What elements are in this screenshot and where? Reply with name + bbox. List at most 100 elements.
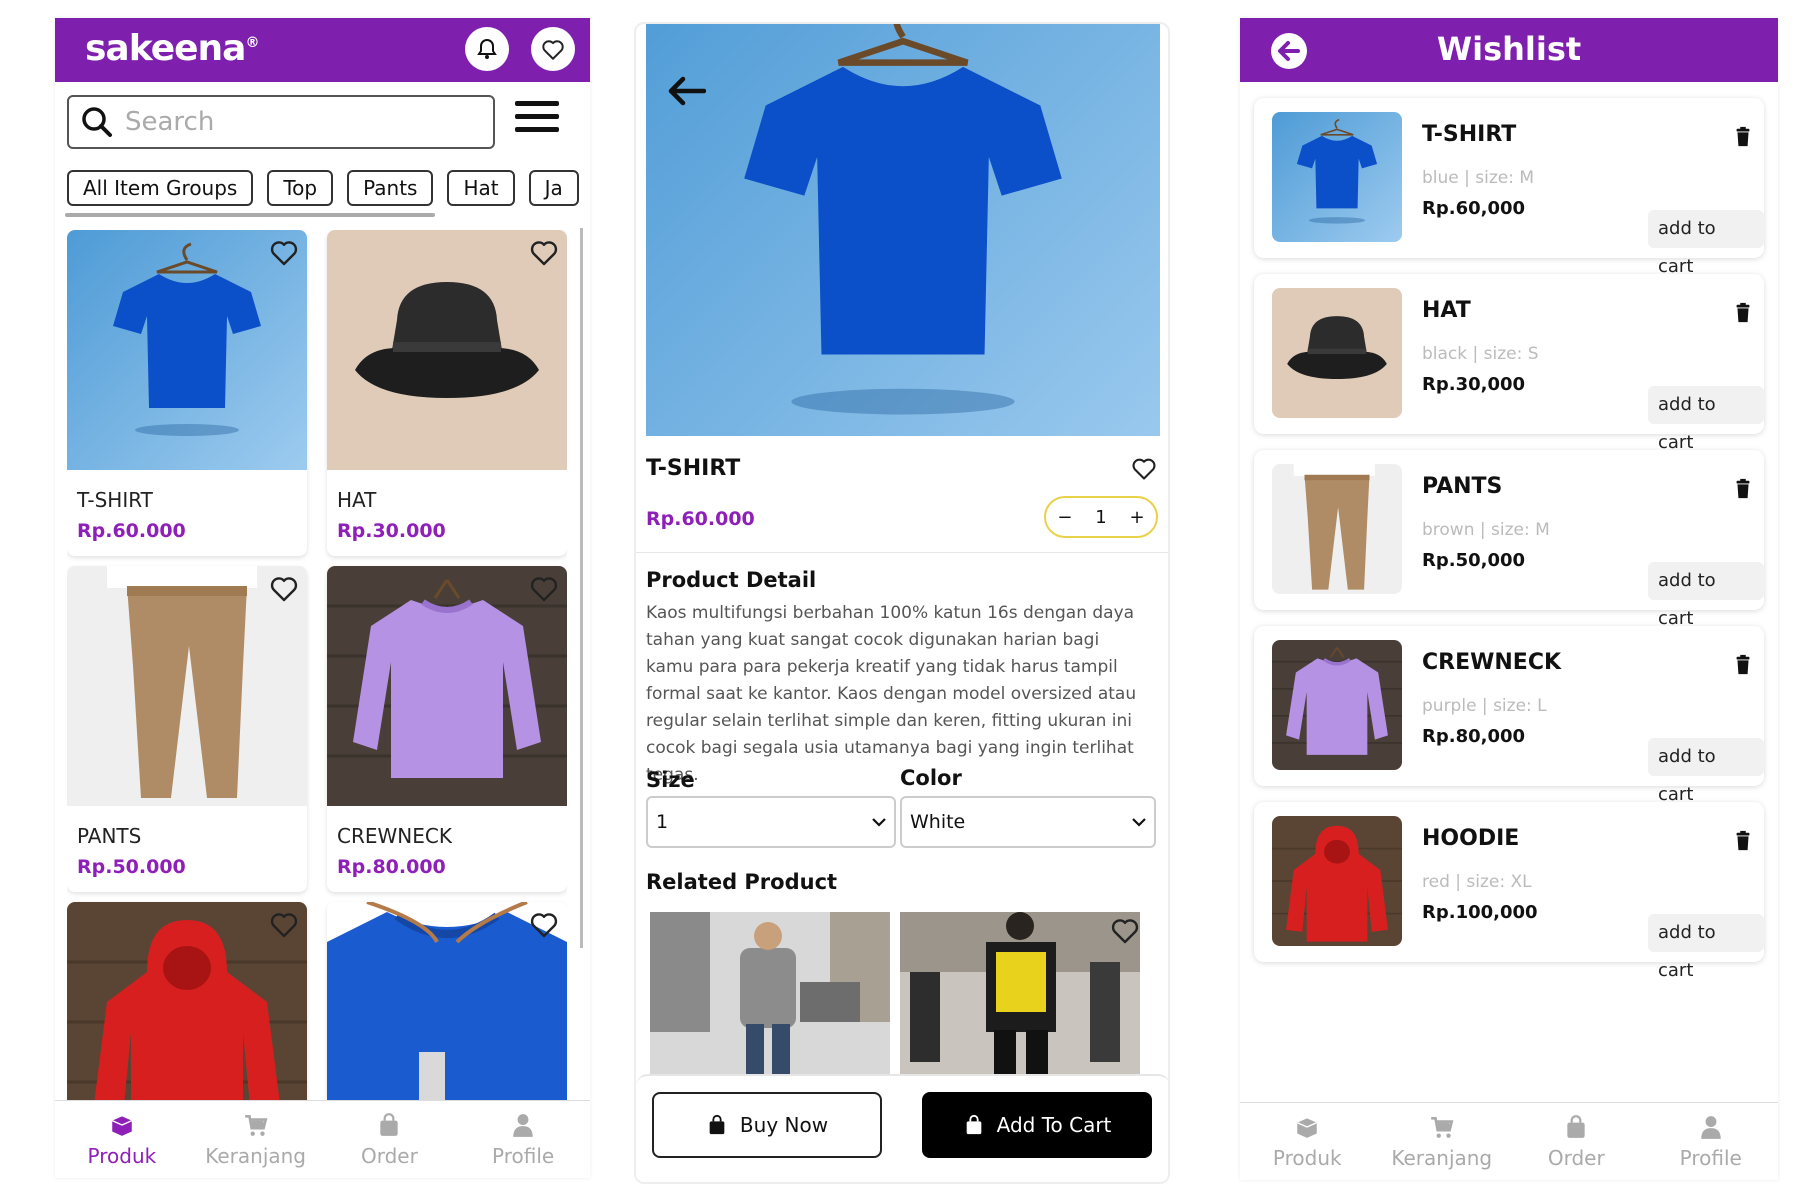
nav-label: Profile <box>492 1143 555 1168</box>
heart-icon[interactable] <box>1108 914 1142 946</box>
trash-icon[interactable] <box>1732 828 1754 854</box>
grid-scrollbar[interactable] <box>580 228 583 948</box>
item-price: Rp.100,000 <box>1422 902 1538 923</box>
app-logo[interactable]: sakeena® <box>85 28 259 69</box>
item-name: HAT <box>1422 298 1471 323</box>
nav-order[interactable]: Order <box>1516 1114 1636 1170</box>
nav-keranjang[interactable]: Keranjang <box>196 1112 316 1168</box>
chips-scrollbar[interactable] <box>65 213 435 217</box>
heart-icon[interactable] <box>1130 454 1158 482</box>
item-meta: blue | size: M <box>1422 168 1535 188</box>
category-chips: All Item Groups Top Pants Hat Ja <box>67 170 590 208</box>
wishlist-item[interactable]: PANTS brown | size: M Rp.50,000 add to c… <box>1254 450 1764 629</box>
qty-decrease-button[interactable]: − <box>1057 507 1072 528</box>
heart-icon[interactable] <box>527 908 561 940</box>
product-detail-heading: Product Detail <box>646 568 817 592</box>
nav-profile[interactable]: Profile <box>1651 1114 1771 1170</box>
product-price: Rp.50.000 <box>77 856 186 878</box>
heart-icon[interactable] <box>267 236 301 268</box>
wishlist-item[interactable]: CREWNECK purple | size: L Rp.80,000 add … <box>1254 626 1764 805</box>
back-arrow-icon[interactable] <box>666 74 706 108</box>
item-name: CREWNECK <box>1422 650 1562 675</box>
chip-hat[interactable]: Hat <box>447 170 515 206</box>
wishlist-item[interactable]: HAT black | size: S Rp.30,000 add to car… <box>1254 274 1764 453</box>
search-input[interactable] <box>125 107 465 137</box>
search-bar[interactable] <box>67 95 495 149</box>
product-hero-image <box>646 24 1160 436</box>
chip-jacket[interactable]: Ja <box>528 170 579 206</box>
nav-produk[interactable]: Produk <box>62 1112 182 1168</box>
heart-icon[interactable] <box>527 572 561 604</box>
trash-icon[interactable] <box>1732 124 1754 150</box>
product-card-crewneck[interactable]: CREWNECK Rp.80.000 <box>327 566 567 892</box>
trash-icon[interactable] <box>1732 652 1754 678</box>
product-card-pants[interactable]: PANTS Rp.50.000 <box>67 566 307 892</box>
add-to-cart-label: Add To Cart <box>996 1113 1112 1137</box>
hoodie-image <box>1272 816 1402 946</box>
product-card-tshirt[interactable]: T-SHIRT Rp.60.000 <box>67 230 307 556</box>
product-name: PANTS <box>77 824 142 848</box>
wishlist-button[interactable] <box>531 27 575 71</box>
nav-order[interactable]: Order <box>329 1112 449 1168</box>
search-icon <box>82 107 112 137</box>
item-price: Rp.80,000 <box>1422 726 1526 747</box>
related-product-image-1[interactable] <box>650 912 890 1076</box>
product-card-blue-shirt[interactable] <box>327 902 567 1112</box>
product-name: HAT <box>337 488 377 512</box>
quantity-stepper: − 1 + <box>1044 496 1158 538</box>
wishlist-screen: Wishlist T-SHIRT blue | size: M Rp.60,00… <box>1240 18 1778 1180</box>
add-to-cart-button[interactable]: Add To Cart <box>922 1092 1152 1158</box>
logo-text: sakeena <box>85 28 246 69</box>
crewneck-image <box>1272 640 1402 770</box>
product-title: T-SHIRT <box>646 456 741 481</box>
trash-icon[interactable] <box>1732 476 1754 502</box>
nav-profile[interactable]: Profile <box>463 1112 583 1168</box>
wishlist-item[interactable]: T-SHIRT blue | size: M Rp.60,000 add to … <box>1254 98 1764 277</box>
nav-label: Order <box>360 1143 418 1168</box>
nav-produk[interactable]: Produk <box>1247 1114 1367 1170</box>
product-price: Rp.80.000 <box>337 856 446 878</box>
product-price: Rp.60.000 <box>646 508 755 530</box>
heart-icon <box>540 36 566 62</box>
add-to-cart-button[interactable]: add to cart <box>1648 562 1764 629</box>
item-price: Rp.30,000 <box>1422 374 1526 395</box>
notification-button[interactable] <box>465 27 509 71</box>
add-to-cart-button[interactable]: add to cart <box>1648 386 1764 453</box>
nav-label: Order <box>1547 1145 1605 1170</box>
heart-icon[interactable] <box>267 908 301 940</box>
buy-now-button[interactable]: Buy Now <box>652 1092 882 1158</box>
color-select[interactable]: White <box>900 796 1156 848</box>
related-product-heading: Related Product <box>646 870 838 894</box>
item-meta: black | size: S <box>1422 344 1539 364</box>
bell-icon <box>477 38 497 59</box>
nav-keranjang[interactable]: Keranjang <box>1382 1114 1502 1170</box>
trash-icon[interactable] <box>1732 300 1754 326</box>
chip-top[interactable]: Top <box>267 170 334 206</box>
tshirt-image <box>1272 112 1402 242</box>
chip-all-item-groups[interactable]: All Item Groups <box>67 170 254 206</box>
color-value: White <box>910 811 966 833</box>
product-card-hat[interactable]: HAT Rp.30.000 <box>327 230 567 556</box>
product-grid: T-SHIRT Rp.60.000 HAT Rp.30.000 PANTS Rp… <box>67 230 567 1112</box>
box-icon <box>1293 1114 1321 1140</box>
wishlist-item[interactable]: HOODIE red | size: XL Rp.100,000 add to … <box>1254 802 1764 981</box>
shopping-bag-icon <box>963 1113 985 1137</box>
chip-pants[interactable]: Pants <box>347 170 434 206</box>
product-detail-screen: T-SHIRT Rp.60.000 − 1 + Product Detail K… <box>634 22 1170 1184</box>
product-card-hoodie[interactable] <box>67 902 307 1112</box>
add-to-cart-button[interactable]: add to cart <box>1648 914 1764 981</box>
heart-icon[interactable] <box>267 572 301 604</box>
size-select[interactable]: 1 <box>646 796 896 848</box>
chevron-down-icon <box>1132 818 1146 827</box>
hamburger-menu-icon[interactable] <box>515 101 559 141</box>
qty-increase-button[interactable]: + <box>1130 507 1145 528</box>
heart-icon[interactable] <box>527 236 561 268</box>
divider <box>636 552 1168 553</box>
bag-icon <box>1562 1114 1590 1140</box>
add-to-cart-button[interactable]: add to cart <box>1648 738 1764 805</box>
product-price: Rp.60.000 <box>77 520 186 542</box>
user-icon <box>1697 1114 1725 1140</box>
related-product-image-2[interactable] <box>900 912 1140 1076</box>
add-to-cart-button[interactable]: add to cart <box>1648 210 1764 277</box>
color-label: Color <box>900 766 962 790</box>
